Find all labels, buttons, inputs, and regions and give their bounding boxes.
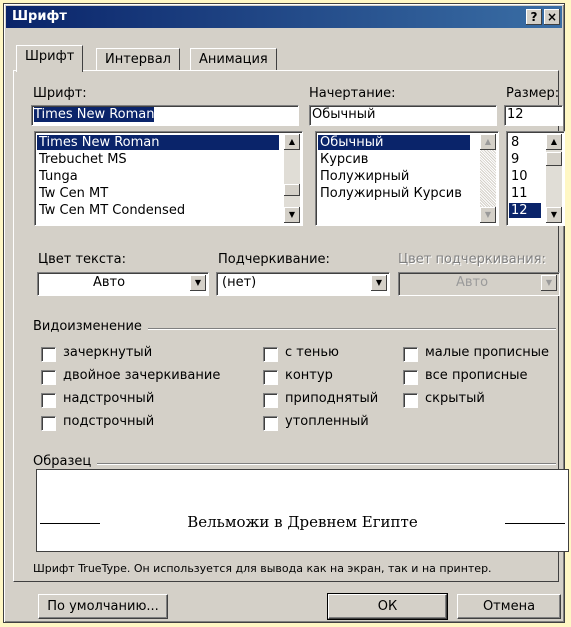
- size-list[interactable]: 8 9 10 11 12 ▲ ▼: [506, 131, 565, 226]
- style-input[interactable]: Обычный: [309, 105, 497, 126]
- strikethrough-label: зачеркнутый: [63, 345, 153, 360]
- tab-animation[interactable]: Анимация: [190, 48, 277, 71]
- title-bar[interactable]: Шрифт ? ×: [6, 6, 562, 28]
- list-item[interactable]: Tw Cen MT Condensed: [37, 203, 185, 218]
- scroll-up-icon[interactable]: ▲: [284, 134, 300, 150]
- list-item[interactable]: Tunga: [37, 169, 78, 184]
- underline-color-combo[interactable]: Авто ▼: [398, 272, 560, 296]
- size-list-scrollbar[interactable]: ▲ ▼: [546, 134, 562, 223]
- scroll-down-icon[interactable]: ▼: [546, 207, 562, 223]
- list-item[interactable]: Trebuchet MS: [37, 152, 127, 167]
- hidden-checkbox[interactable]: [403, 393, 418, 408]
- hidden-label: скрытый: [425, 391, 485, 406]
- underline-combo[interactable]: (нет) ▼: [216, 272, 390, 296]
- scroll-down-icon[interactable]: ▼: [480, 207, 496, 223]
- scroll-down-icon[interactable]: ▼: [284, 207, 300, 223]
- preview-sample-text: Вельможи в Древнем Египте: [187, 513, 418, 531]
- style-input-value: Обычный: [312, 107, 376, 122]
- tab-label: Интервал: [105, 52, 171, 67]
- font-list[interactable]: Times New Roman Trebuchet MS Tunga Tw Ce…: [34, 131, 303, 226]
- list-item[interactable]: 12: [509, 203, 541, 218]
- strikethrough-checkbox[interactable]: [41, 347, 56, 362]
- preview-group-label: Образец: [33, 454, 98, 469]
- all-caps-label: все прописные: [425, 368, 528, 383]
- chevron-down-icon[interactable]: ▼: [190, 275, 206, 291]
- scroll-thumb[interactable]: [546, 152, 562, 166]
- superscript-label: надстрочный: [63, 391, 155, 406]
- subscript-checkbox[interactable]: [41, 416, 56, 431]
- style-list-scrollbar[interactable]: ▲ ▼: [480, 134, 496, 223]
- engrave-label: утопленный: [285, 414, 369, 429]
- list-item[interactable]: Курсив: [318, 152, 368, 167]
- small-caps-label: малые прописные: [425, 345, 550, 360]
- color-value: Авто: [93, 275, 126, 290]
- emboss-checkbox[interactable]: [263, 393, 278, 408]
- underline-label: Подчеркивание:: [218, 252, 330, 267]
- close-button[interactable]: ×: [544, 9, 560, 25]
- color-label: Цвет текста:: [38, 252, 126, 267]
- chevron-down-icon[interactable]: ▼: [541, 275, 557, 291]
- style-label: Начертание:: [309, 86, 396, 101]
- tab-label: Анимация: [199, 52, 268, 67]
- list-item[interactable]: 10: [509, 169, 528, 184]
- help-button[interactable]: ?: [526, 9, 542, 25]
- size-label: Размер:: [506, 86, 560, 101]
- list-item[interactable]: Полужирный: [318, 169, 409, 184]
- list-item[interactable]: Times New Roman: [37, 135, 279, 150]
- list-item[interactable]: Полужирный Курсив: [318, 186, 462, 201]
- effects-group-label: Видоизменение: [33, 319, 148, 334]
- font-label: Шрифт:: [33, 86, 87, 101]
- all-caps-checkbox[interactable]: [403, 370, 418, 385]
- font-input[interactable]: Times New Roman: [31, 105, 299, 126]
- window-title: Шрифт: [12, 9, 67, 24]
- shadow-checkbox[interactable]: [263, 347, 278, 362]
- font-input-value: Times New Roman: [34, 107, 155, 122]
- size-input[interactable]: 12: [504, 105, 563, 126]
- scroll-up-icon[interactable]: ▲: [480, 134, 496, 150]
- preview-box: Вельможи в Древнем Египте: [36, 469, 569, 552]
- outline-label: контур: [285, 368, 333, 383]
- default-button[interactable]: По умолчанию...: [38, 594, 168, 619]
- double-strikethrough-checkbox[interactable]: [41, 370, 56, 385]
- cancel-button[interactable]: Отмена: [457, 594, 561, 619]
- underline-color-value: Авто: [456, 275, 489, 290]
- color-combo[interactable]: Авто ▼: [37, 272, 209, 296]
- list-item[interactable]: Обычный: [318, 135, 470, 150]
- preview-group-divider: [34, 463, 556, 465]
- preview-right-line: [505, 523, 565, 524]
- small-caps-checkbox[interactable]: [403, 347, 418, 362]
- underline-color-label: Цвет подчеркивания:: [398, 252, 546, 267]
- style-list[interactable]: Обычный Курсив Полужирный Полужирный Кур…: [315, 131, 499, 226]
- list-item[interactable]: 9: [509, 152, 519, 167]
- superscript-checkbox[interactable]: [41, 393, 56, 408]
- ok-button[interactable]: ОК: [327, 593, 448, 620]
- size-input-value: 12: [507, 107, 524, 122]
- font-list-scrollbar[interactable]: ▲ ▼: [284, 134, 300, 223]
- truetype-note: Шрифт TrueType. Он используется для выво…: [33, 562, 492, 575]
- scroll-up-icon[interactable]: ▲: [546, 134, 562, 150]
- list-item[interactable]: 11: [509, 186, 528, 201]
- scroll-thumb[interactable]: [284, 184, 300, 196]
- subscript-label: подстрочный: [63, 414, 155, 429]
- emboss-label: приподнятый: [285, 391, 379, 406]
- tab-interval[interactable]: Интервал: [96, 48, 180, 71]
- underline-value: (нет): [222, 275, 257, 290]
- outline-checkbox[interactable]: [263, 370, 278, 385]
- list-item[interactable]: 8: [509, 135, 519, 150]
- engrave-checkbox[interactable]: [263, 416, 278, 431]
- double-strikethrough-label: двойное зачеркивание: [63, 368, 221, 383]
- tab-label: Шрифт: [25, 49, 75, 64]
- chevron-down-icon[interactable]: ▼: [371, 275, 387, 291]
- shadow-label: с тенью: [285, 345, 339, 360]
- tab-font[interactable]: Шрифт: [16, 45, 84, 72]
- list-item[interactable]: Tw Cen MT: [37, 186, 108, 201]
